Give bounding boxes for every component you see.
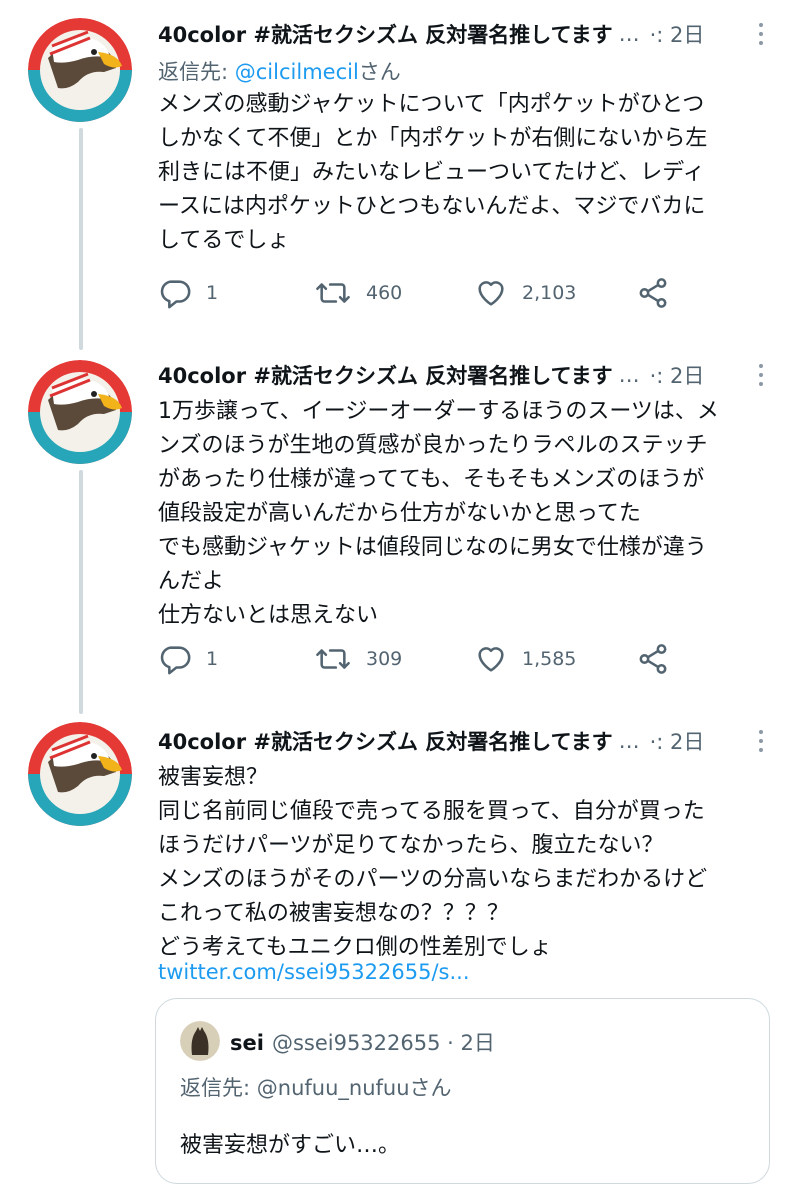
tweet[interactable]: 40color #就活セクシズム 反対署名推してます … ·: 2日 1万歩譲っ… [0,340,795,710]
tweet-link[interactable]: twitter.com/ssei95322655/s... [158,960,470,984]
reply-button[interactable]: 1 [158,642,218,676]
tweet-text: 被害妄想？ 同じ名前同じ値段で売ってる服を買って、自分が買った ほうだけパーツが… [158,765,708,960]
like-button[interactable]: 1,585 [474,642,576,676]
retweet-count: 460 [366,282,403,304]
author-name[interactable]: 40color #就活セクシズム 反対署名推してます [158,19,613,49]
author-name[interactable]: 40color #就活セクシズム 反対署名推してます [158,360,613,390]
share-icon [639,278,667,308]
share-icon [639,644,667,674]
author-name[interactable]: 40color #就活セクシズム 反対署名推してます [158,726,613,756]
more-icon[interactable] [751,357,771,393]
like-count: 2,103 [522,282,577,304]
reply-mention: @nufuu_nufuu [256,1076,410,1100]
avatar[interactable] [28,360,132,464]
reply-to-label: 返信先: [158,60,235,84]
like-count: 1,585 [522,648,577,670]
more-icon[interactable] [751,16,771,52]
quoted-tweet-header: sei @ssei95322655 · 2日 [230,1027,495,1057]
reply-suffix: さん [409,1076,452,1100]
quoted-tweet-text: 被害妄想がすごい…。 [180,1133,401,1158]
quoted-author-name[interactable]: sei [230,1031,264,1055]
share-button[interactable] [636,642,670,676]
reply-suffix: さん [358,60,401,84]
quoted-tweet[interactable]: sei @ssei95322655 · 2日 返信先: @nufuu_nufuuさ… [155,998,770,1184]
reply-mention[interactable]: @cilcilmecil [235,60,359,84]
reply-count: 1 [206,648,219,670]
reply-to-label: 返信先: [180,1076,257,1100]
avatar[interactable] [28,722,132,826]
truncation-ellipsis: … [618,363,640,387]
avatar[interactable] [28,18,132,122]
tweet-time[interactable]: ·: 2日 [650,360,705,390]
truncation-ellipsis: … [618,729,640,753]
more-icon[interactable] [751,723,771,759]
tweet-text: 1万歩譲って、イージーオーダーするほうのスーツは、メ ンズのほうが生地の質感が良… [158,399,719,628]
tweet-text: メンズの感動ジャケットについて「内ポケットがひとつ しかなくて不便」とか「内ポケ… [158,92,708,253]
reply-icon [160,280,191,309]
tweet-time[interactable]: ·: 2日 [650,726,705,756]
retweet-icon [316,283,350,303]
retweet-button[interactable]: 309 [314,642,402,676]
tweet[interactable]: 40color #就活セクシズム 反対署名推してます … ·: 2日 返信先: … [0,0,795,340]
like-icon [478,281,504,306]
avatar[interactable] [180,1021,220,1061]
tweet-time[interactable]: ·: 2日 [650,19,705,49]
quoted-handle-time: @ssei95322655 · 2日 [271,1031,495,1055]
share-button[interactable] [636,276,670,310]
like-button[interactable]: 2,103 [474,276,576,310]
retweet-count: 309 [366,648,403,670]
retweet-button[interactable]: 460 [314,276,402,310]
retweet-icon [316,649,350,669]
truncation-ellipsis: … [618,22,640,46]
reply-to: 返信先: @cilcilmecilさん [158,56,401,86]
reply-icon [160,646,191,675]
reply-button[interactable]: 1 [158,276,218,310]
like-icon [478,647,504,672]
reply-to: 返信先: @nufuu_nufuuさん [180,1072,452,1102]
reply-count: 1 [206,282,219,304]
